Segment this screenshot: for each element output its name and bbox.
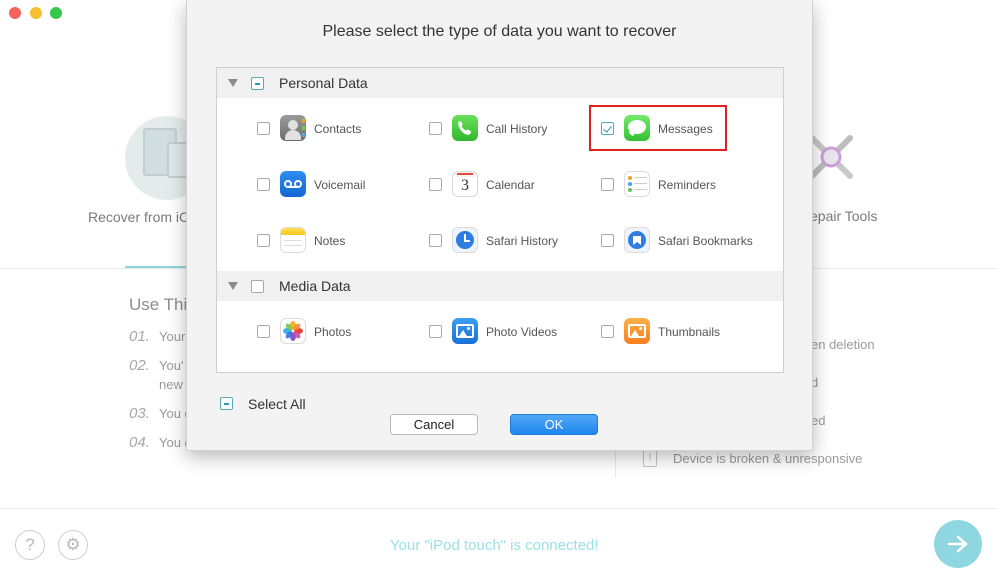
- item-label: Photos: [314, 325, 352, 339]
- safari-history-icon: [452, 227, 478, 253]
- reminders-icon: [624, 171, 650, 197]
- data-item[interactable]: Safari Bookmarks: [601, 225, 771, 255]
- minimize-window-button[interactable]: [30, 7, 42, 19]
- data-type-dialog: Please select the type of data you want …: [186, 0, 813, 451]
- data-item[interactable]: Notes: [257, 225, 417, 255]
- data-item[interactable]: Call History: [429, 113, 589, 143]
- voicemail-icon: [280, 171, 306, 197]
- zoom-window-button[interactable]: [50, 7, 62, 19]
- item-label: Safari Bookmarks: [658, 234, 753, 248]
- arrow-right-icon: [947, 535, 968, 553]
- calendar-icon: 3: [452, 171, 478, 197]
- item-checkbox[interactable]: [257, 234, 270, 247]
- list-text: You': [159, 358, 184, 373]
- connection-status: Your "iPod touch" is connected!: [390, 537, 599, 554]
- contacts-icon: [280, 115, 306, 141]
- data-item[interactable]: Thumbnails: [601, 316, 761, 346]
- next-button[interactable]: [934, 520, 982, 568]
- vertical-divider: [615, 450, 616, 478]
- photos-icon: [280, 318, 306, 344]
- data-item[interactable]: Contacts: [257, 113, 417, 143]
- help-button[interactable]: ?: [15, 530, 45, 560]
- section-header-personal[interactable]: Personal Data: [217, 68, 783, 98]
- data-item[interactable]: Reminders: [601, 169, 761, 199]
- item-label: Notes: [314, 234, 346, 248]
- item-checkbox[interactable]: [429, 122, 442, 135]
- section-label: Media Data: [279, 278, 351, 294]
- thumbnails-icon: [624, 318, 650, 344]
- item-checkbox[interactable]: [429, 325, 442, 338]
- section-heading: Use Thi: [129, 295, 188, 314]
- item-checkbox[interactable]: [429, 234, 442, 247]
- list-text: Your: [159, 329, 186, 344]
- data-item[interactable]: Photos: [257, 316, 417, 346]
- photo-videos-icon: [452, 318, 478, 344]
- item-label: Reminders: [658, 178, 717, 192]
- item-checkbox[interactable]: [601, 325, 614, 338]
- section-checkbox[interactable]: [251, 77, 264, 90]
- section-header-media[interactable]: Media Data: [217, 271, 783, 301]
- item-checkbox[interactable]: [257, 325, 270, 338]
- select-all-label[interactable]: Select All: [248, 396, 306, 412]
- item-checkbox[interactable]: [601, 178, 614, 191]
- safari-bookmarks-icon: [624, 227, 650, 253]
- warning-icon: !: [643, 450, 657, 467]
- divider: [0, 508, 997, 509]
- item-checkbox[interactable]: [257, 178, 270, 191]
- mode-label: epair Tools: [810, 208, 878, 224]
- item-label: Contacts: [314, 122, 362, 136]
- item-label: Calendar: [486, 178, 535, 192]
- list-text: Device is broken & unresponsive: [673, 451, 863, 466]
- mode-label: Recover from iC: [88, 209, 190, 225]
- list-number: 01.: [129, 328, 150, 345]
- data-type-panel: Personal Data Contacts Call History Mess…: [216, 67, 784, 373]
- close-window-button[interactable]: [9, 7, 21, 19]
- notes-icon: [280, 227, 306, 253]
- disclosure-triangle-icon[interactable]: [228, 79, 238, 87]
- data-item[interactable]: 3 Calendar: [429, 169, 589, 199]
- item-label: Photo Videos: [486, 325, 558, 339]
- list-number: 02.: [129, 357, 150, 374]
- recover-from-icloud-mode[interactable]: Recover from iC: [80, 110, 209, 240]
- item-label: Thumbnails: [658, 325, 721, 339]
- data-item[interactable]: Voicemail: [257, 169, 417, 199]
- gear-icon: ⚙: [65, 535, 81, 554]
- call-history-icon: [452, 115, 478, 141]
- ok-button[interactable]: OK: [510, 414, 598, 435]
- selection-highlight: [589, 105, 727, 151]
- help-icon: ?: [25, 535, 35, 554]
- settings-button[interactable]: ⚙: [58, 530, 88, 560]
- list-number: 04.: [129, 434, 150, 451]
- cancel-button[interactable]: Cancel: [390, 414, 478, 435]
- item-label: Safari History: [486, 234, 559, 248]
- list-text: ed: [811, 413, 826, 428]
- item-checkbox[interactable]: [257, 122, 270, 135]
- list-text: en deletion: [811, 337, 875, 352]
- section-label: Personal Data: [279, 75, 368, 91]
- dialog-title: Please select the type of data you want …: [322, 23, 677, 40]
- section-checkbox[interactable]: [251, 280, 264, 293]
- item-checkbox[interactable]: [601, 234, 614, 247]
- select-all-checkbox[interactable]: [220, 397, 233, 410]
- item-checkbox[interactable]: [429, 178, 442, 191]
- disclosure-triangle-icon[interactable]: [228, 282, 238, 290]
- list-number: 03.: [129, 405, 150, 422]
- list-text: new: [159, 377, 183, 392]
- data-item[interactable]: Photo Videos: [429, 316, 589, 346]
- item-label: Voicemail: [314, 178, 366, 192]
- item-label: Call History: [486, 122, 548, 136]
- calendar-day: 3: [461, 177, 469, 194]
- data-item[interactable]: Safari History: [429, 225, 589, 255]
